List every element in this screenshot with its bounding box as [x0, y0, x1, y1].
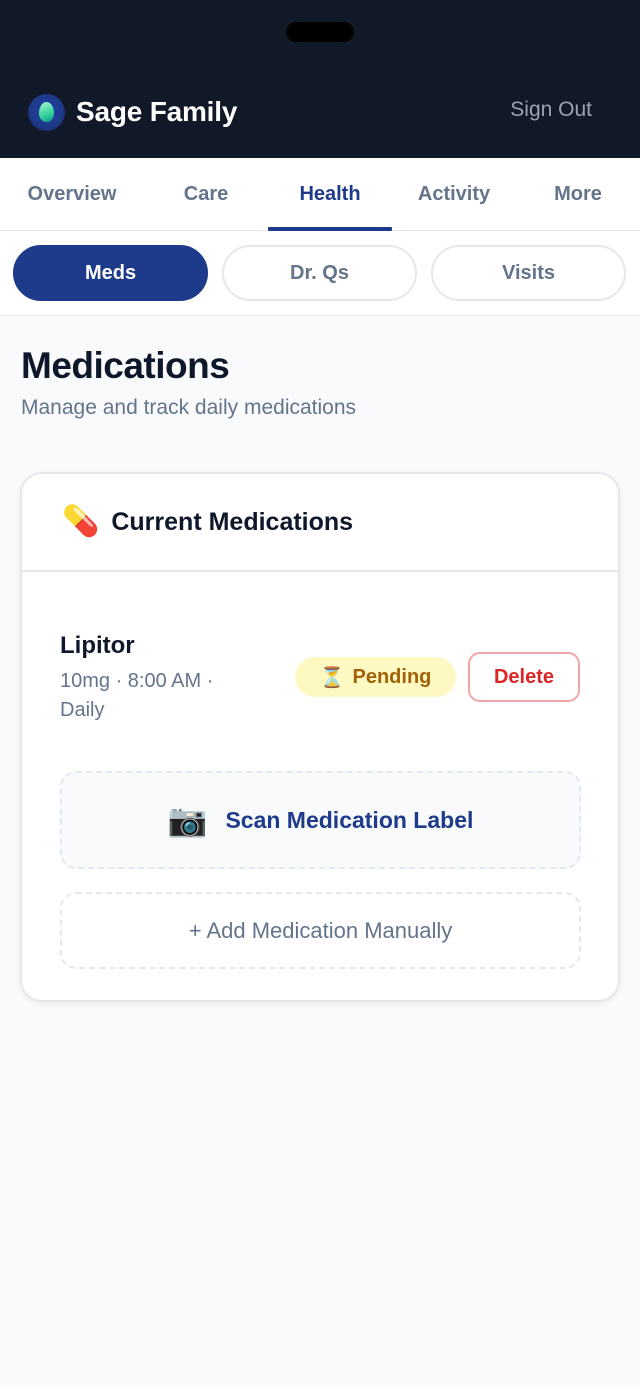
add-medication-manually-button[interactable]: + Add Medication Manually [60, 892, 581, 969]
tab-health[interactable]: Health [268, 158, 392, 231]
camera-notch [286, 22, 354, 42]
segment-meds[interactable]: Meds [13, 245, 208, 301]
tab-care[interactable]: Care [144, 158, 268, 230]
segment-visits[interactable]: Visits [431, 245, 626, 301]
pill-icon: 💊 [62, 505, 100, 538]
delete-medication-button[interactable]: Delete [468, 652, 580, 702]
tab-overview[interactable]: Overview [0, 158, 144, 230]
droplet-logo-icon [28, 93, 65, 131]
app-header: Sage Family Sign Out [0, 0, 640, 158]
sign-out-button[interactable]: Sign Out [510, 98, 592, 122]
main-tabs: Overview Care Health Activity More [0, 158, 640, 231]
current-medications-card: 💊 Current Medications Lipitor 10mg · 8:0… [20, 472, 620, 1002]
page-title: Medications [21, 345, 230, 386]
status-label: Pending [352, 665, 432, 688]
page-subtitle: Manage and track daily medications [21, 396, 357, 419]
app-root: Sage Family Sign Out Overview Care Healt… [0, 0, 640, 1385]
scan-medication-label-button[interactable]: 📷 Scan Medication Label [60, 771, 581, 869]
status-badge: ⏳ Pending [295, 657, 456, 697]
tab-more[interactable]: More [516, 158, 640, 230]
scan-label: Scan Medication Label [225, 806, 474, 833]
health-segment-control: Meds Dr. Qs Visits [0, 231, 640, 316]
camera-icon: 📷 [167, 802, 208, 838]
medication-detail: 10mg · 8:00 AM · Daily [60, 670, 214, 721]
medication-name: Lipitor [60, 632, 135, 659]
card-title: Current Medications [111, 507, 354, 536]
droplet-shape [39, 101, 54, 122]
tab-activity[interactable]: Activity [392, 158, 516, 230]
segment-dr-qs[interactable]: Dr. Qs [222, 245, 417, 301]
card-header: 💊 Current Medications [22, 474, 618, 572]
brand[interactable]: Sage Family [28, 93, 237, 131]
app-name: Sage Family [76, 96, 238, 127]
hourglass-icon: ⏳ [319, 666, 345, 689]
